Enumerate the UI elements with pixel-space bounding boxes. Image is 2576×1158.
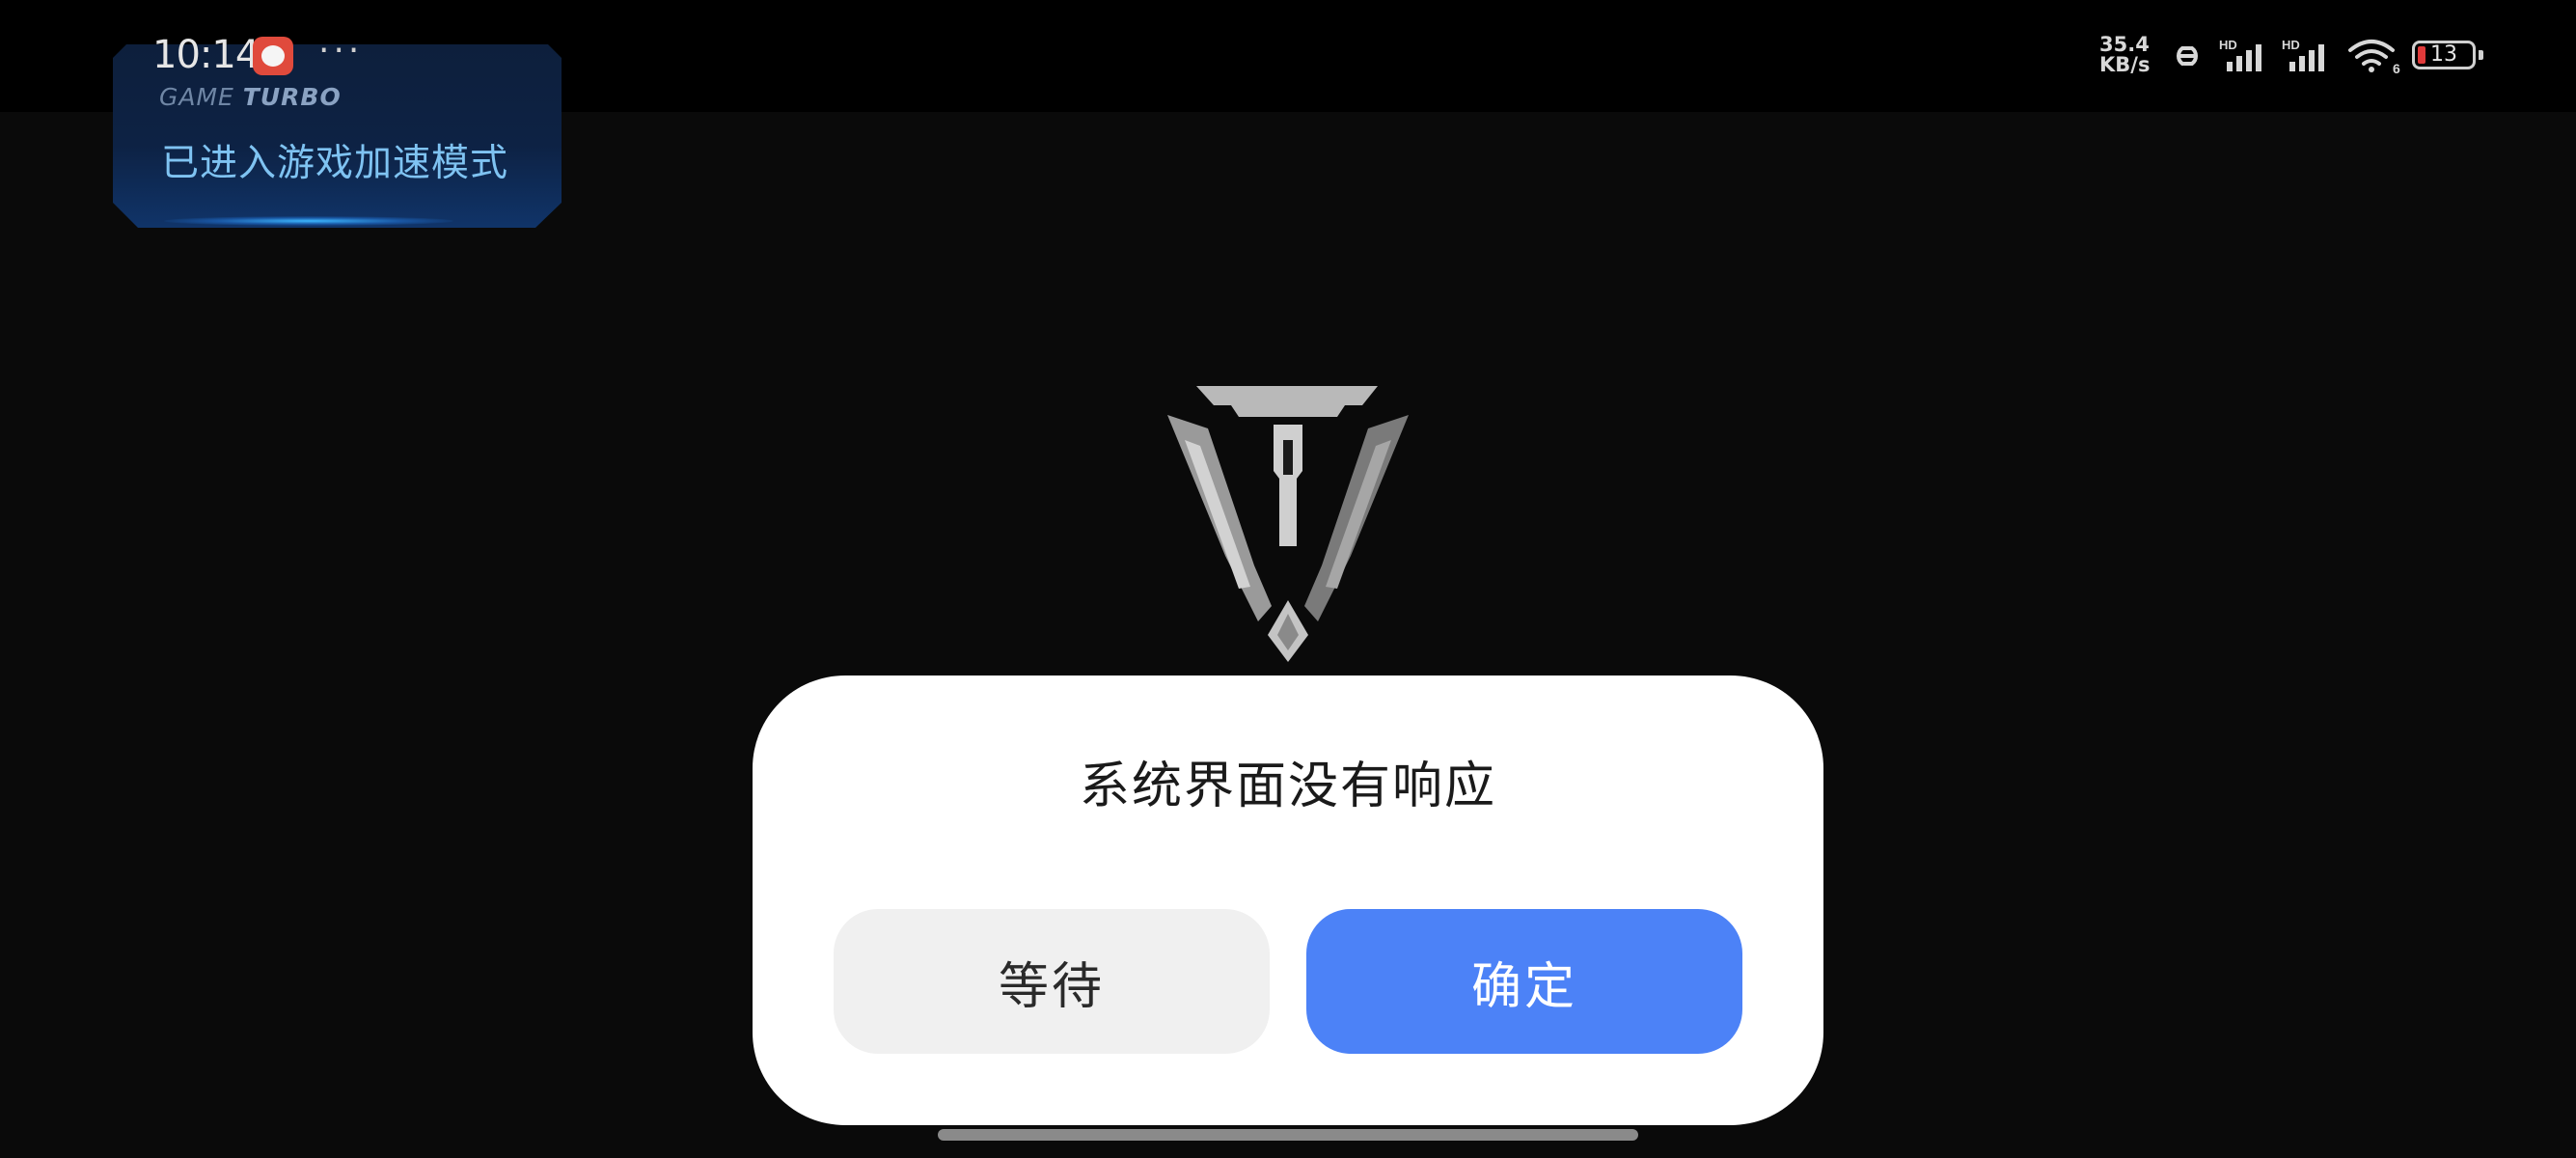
status-time: 10:14 (152, 33, 260, 77)
game-turbo-brand-game: GAME (159, 83, 234, 111)
game-turbo-glow (164, 216, 453, 226)
game-turbo-message: 已进入游戏加速模式 (161, 142, 509, 185)
network-speed: 35.4 KB/s (2099, 35, 2155, 75)
network-speed-unit: KB/s (2099, 53, 2151, 76)
more-notifications-icon: ··· (318, 31, 364, 70)
signal-hd-2-icon: HD (2282, 38, 2324, 71)
battery-cap (2479, 50, 2483, 60)
battery-percentage: 13 (2430, 42, 2457, 67)
signal-hd-1-label: HD (2219, 38, 2237, 52)
wifi-icon: 6 (2348, 40, 2400, 75)
wifi-standard-label: 6 (2393, 61, 2400, 75)
hotspot-link-icon (2177, 46, 2198, 66)
wait-button[interactable]: 等待 (834, 909, 1270, 1054)
anr-dialog: 系统界面没有响应 等待 确定 (753, 676, 1823, 1125)
dialog-title: 系统界面没有响应 (1079, 758, 1496, 815)
game-logo (1167, 386, 1409, 662)
signal-hd-1-icon: HD (2219, 38, 2261, 71)
game-turbo-brand: GAME TURBO (159, 83, 342, 111)
network-speed-value: 35.4 (2099, 33, 2150, 56)
home-indicator[interactable] (938, 1129, 1638, 1141)
signal-hd-2-label: HD (2282, 38, 2300, 52)
battery-level-fill (2418, 46, 2425, 64)
screen: 10:14 ··· GAME TURBO 已进入游戏加速模式 35.4 KB/s… (0, 0, 2576, 1158)
battery-icon: 13 (2412, 41, 2476, 69)
notification-app-icon (253, 37, 293, 75)
game-turbo-brand-turbo: TURBO (242, 83, 342, 111)
confirm-button[interactable]: 确定 (1306, 909, 1742, 1054)
